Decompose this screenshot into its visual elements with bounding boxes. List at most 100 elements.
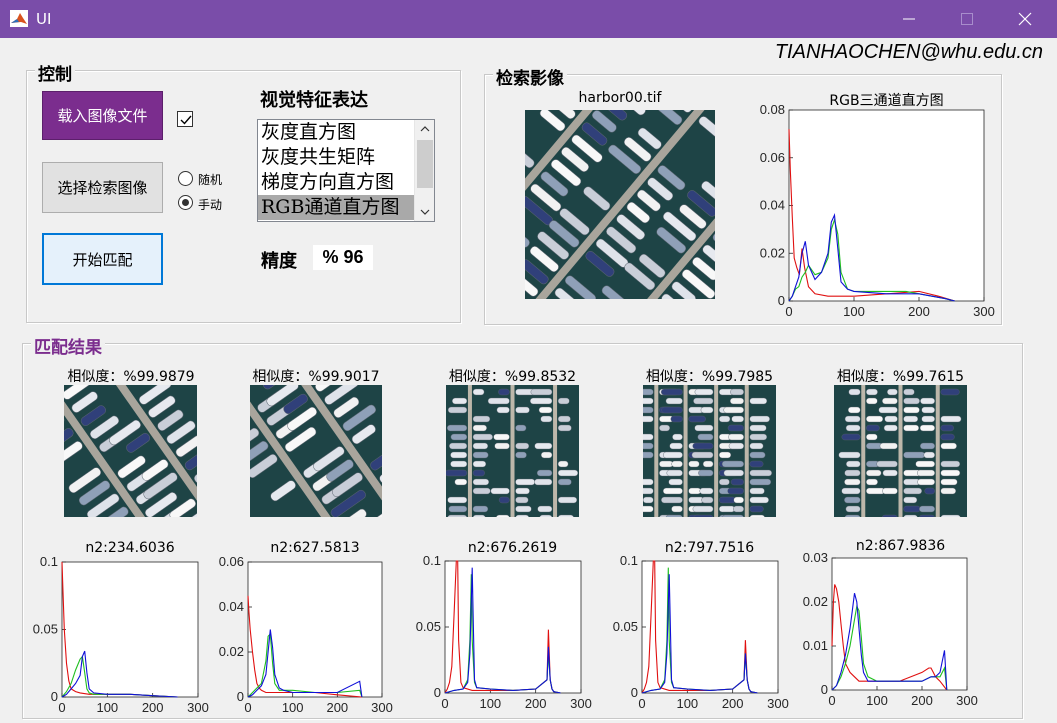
boat: [472, 514, 486, 517]
boat: [691, 451, 714, 459]
feature-listbox[interactable]: 灰度直方图 灰度共生矩阵 梯度方向直方图 RGB通道直方图: [257, 119, 435, 222]
window-title: UI: [36, 10, 52, 28]
boat: [920, 397, 935, 405]
boat: [878, 406, 898, 414]
boat: [538, 406, 553, 414]
pier: [861, 385, 866, 517]
boat: [697, 433, 714, 441]
close-button[interactable]: [996, 0, 1054, 38]
boat: [472, 433, 493, 441]
boat: [447, 406, 468, 414]
boat: [887, 388, 898, 396]
boat: [661, 388, 683, 396]
similarity-label: 相似度：%99.9879: [67, 369, 195, 385]
boat: [884, 415, 898, 423]
n2-label: n2:676.2619: [467, 540, 558, 556]
boat: [498, 496, 510, 504]
start-match-button[interactable]: 开始匹配: [42, 233, 163, 285]
boat: [472, 487, 491, 495]
boat: [534, 442, 553, 450]
boat: [540, 451, 553, 459]
boat: [903, 388, 915, 396]
matlab-app-icon: [10, 10, 28, 27]
y-tick-label: 0.1: [40, 554, 58, 569]
feature-option[interactable]: 灰度共生矩阵: [258, 145, 434, 170]
boat: [515, 487, 530, 495]
boat: [940, 442, 957, 450]
boat: [940, 514, 961, 517]
y-tick-label: 0.1: [620, 553, 638, 568]
boat: [700, 406, 714, 414]
scroll-up-icon[interactable]: [415, 120, 435, 138]
scroll-down-icon[interactable]: [415, 203, 435, 221]
feature-option-selected[interactable]: RGB通道直方图: [258, 195, 434, 220]
boat: [699, 487, 714, 495]
minimize-icon: [903, 18, 915, 20]
boat: [643, 442, 654, 450]
feature-option[interactable]: 梯度方向直方图: [258, 170, 434, 195]
boat: [728, 433, 744, 441]
pier: [553, 385, 558, 517]
boat: [722, 514, 744, 517]
boat: [866, 397, 878, 405]
check-icon: [180, 115, 192, 125]
result-image: [834, 385, 967, 517]
boat: [643, 496, 654, 504]
boat: [723, 469, 744, 477]
boat: [643, 451, 654, 459]
boat: [940, 433, 955, 441]
boat: [841, 487, 861, 495]
boat: [866, 433, 878, 441]
boat: [530, 388, 553, 396]
boat: [534, 478, 553, 486]
y-tick-label: 0.1: [423, 553, 441, 568]
feature-option[interactable]: 灰度直方图: [258, 120, 434, 145]
x-tick-label: 300: [570, 696, 592, 711]
boat: [688, 487, 702, 495]
boat: [866, 424, 880, 432]
query-image-title: harbor00.tif: [578, 90, 662, 106]
boat: [731, 415, 744, 423]
radio-random-label: 随机: [198, 173, 223, 187]
listbox-scrollbar[interactable]: [414, 120, 434, 221]
boat: [557, 424, 572, 432]
boat: [643, 406, 654, 414]
boat: [496, 514, 510, 517]
y-tick-label: 0.08: [760, 102, 785, 117]
boat: [557, 469, 579, 477]
boat: [671, 505, 683, 513]
boat: [659, 424, 670, 432]
load-checkbox[interactable]: [177, 111, 193, 127]
boat: [749, 433, 767, 441]
load-image-button[interactable]: 载入图像文件: [42, 91, 163, 140]
boat: [917, 478, 935, 486]
boat: [749, 496, 769, 504]
boat: [446, 469, 468, 477]
radio-random[interactable]: [178, 171, 193, 186]
radio-manual[interactable]: [178, 195, 193, 210]
boat: [940, 415, 962, 423]
boat: [557, 478, 572, 486]
boat: [919, 424, 935, 432]
boat: [643, 433, 654, 441]
y-tick-label: 0.05: [416, 619, 441, 634]
y-tick-label: 0: [778, 293, 785, 308]
boat: [694, 424, 714, 432]
minimize-button[interactable]: [880, 0, 938, 38]
boat: [727, 424, 744, 432]
select-query-button[interactable]: 选择检索图像: [42, 162, 163, 213]
scroll-thumb[interactable]: [417, 140, 433, 188]
boat: [881, 514, 898, 517]
boat: [866, 487, 885, 495]
maximize-button[interactable]: [938, 0, 996, 38]
boat: [449, 442, 468, 450]
x-tick-label: 0: [244, 700, 251, 715]
boat: [661, 406, 683, 414]
boat: [879, 442, 898, 450]
boat: [845, 505, 861, 513]
boat: [702, 460, 714, 468]
results-panel-title: 匹配结果: [31, 333, 105, 358]
boat: [672, 433, 683, 441]
n2-label: n2:234.6036: [85, 540, 175, 556]
y-tick-label: 0: [821, 682, 828, 697]
